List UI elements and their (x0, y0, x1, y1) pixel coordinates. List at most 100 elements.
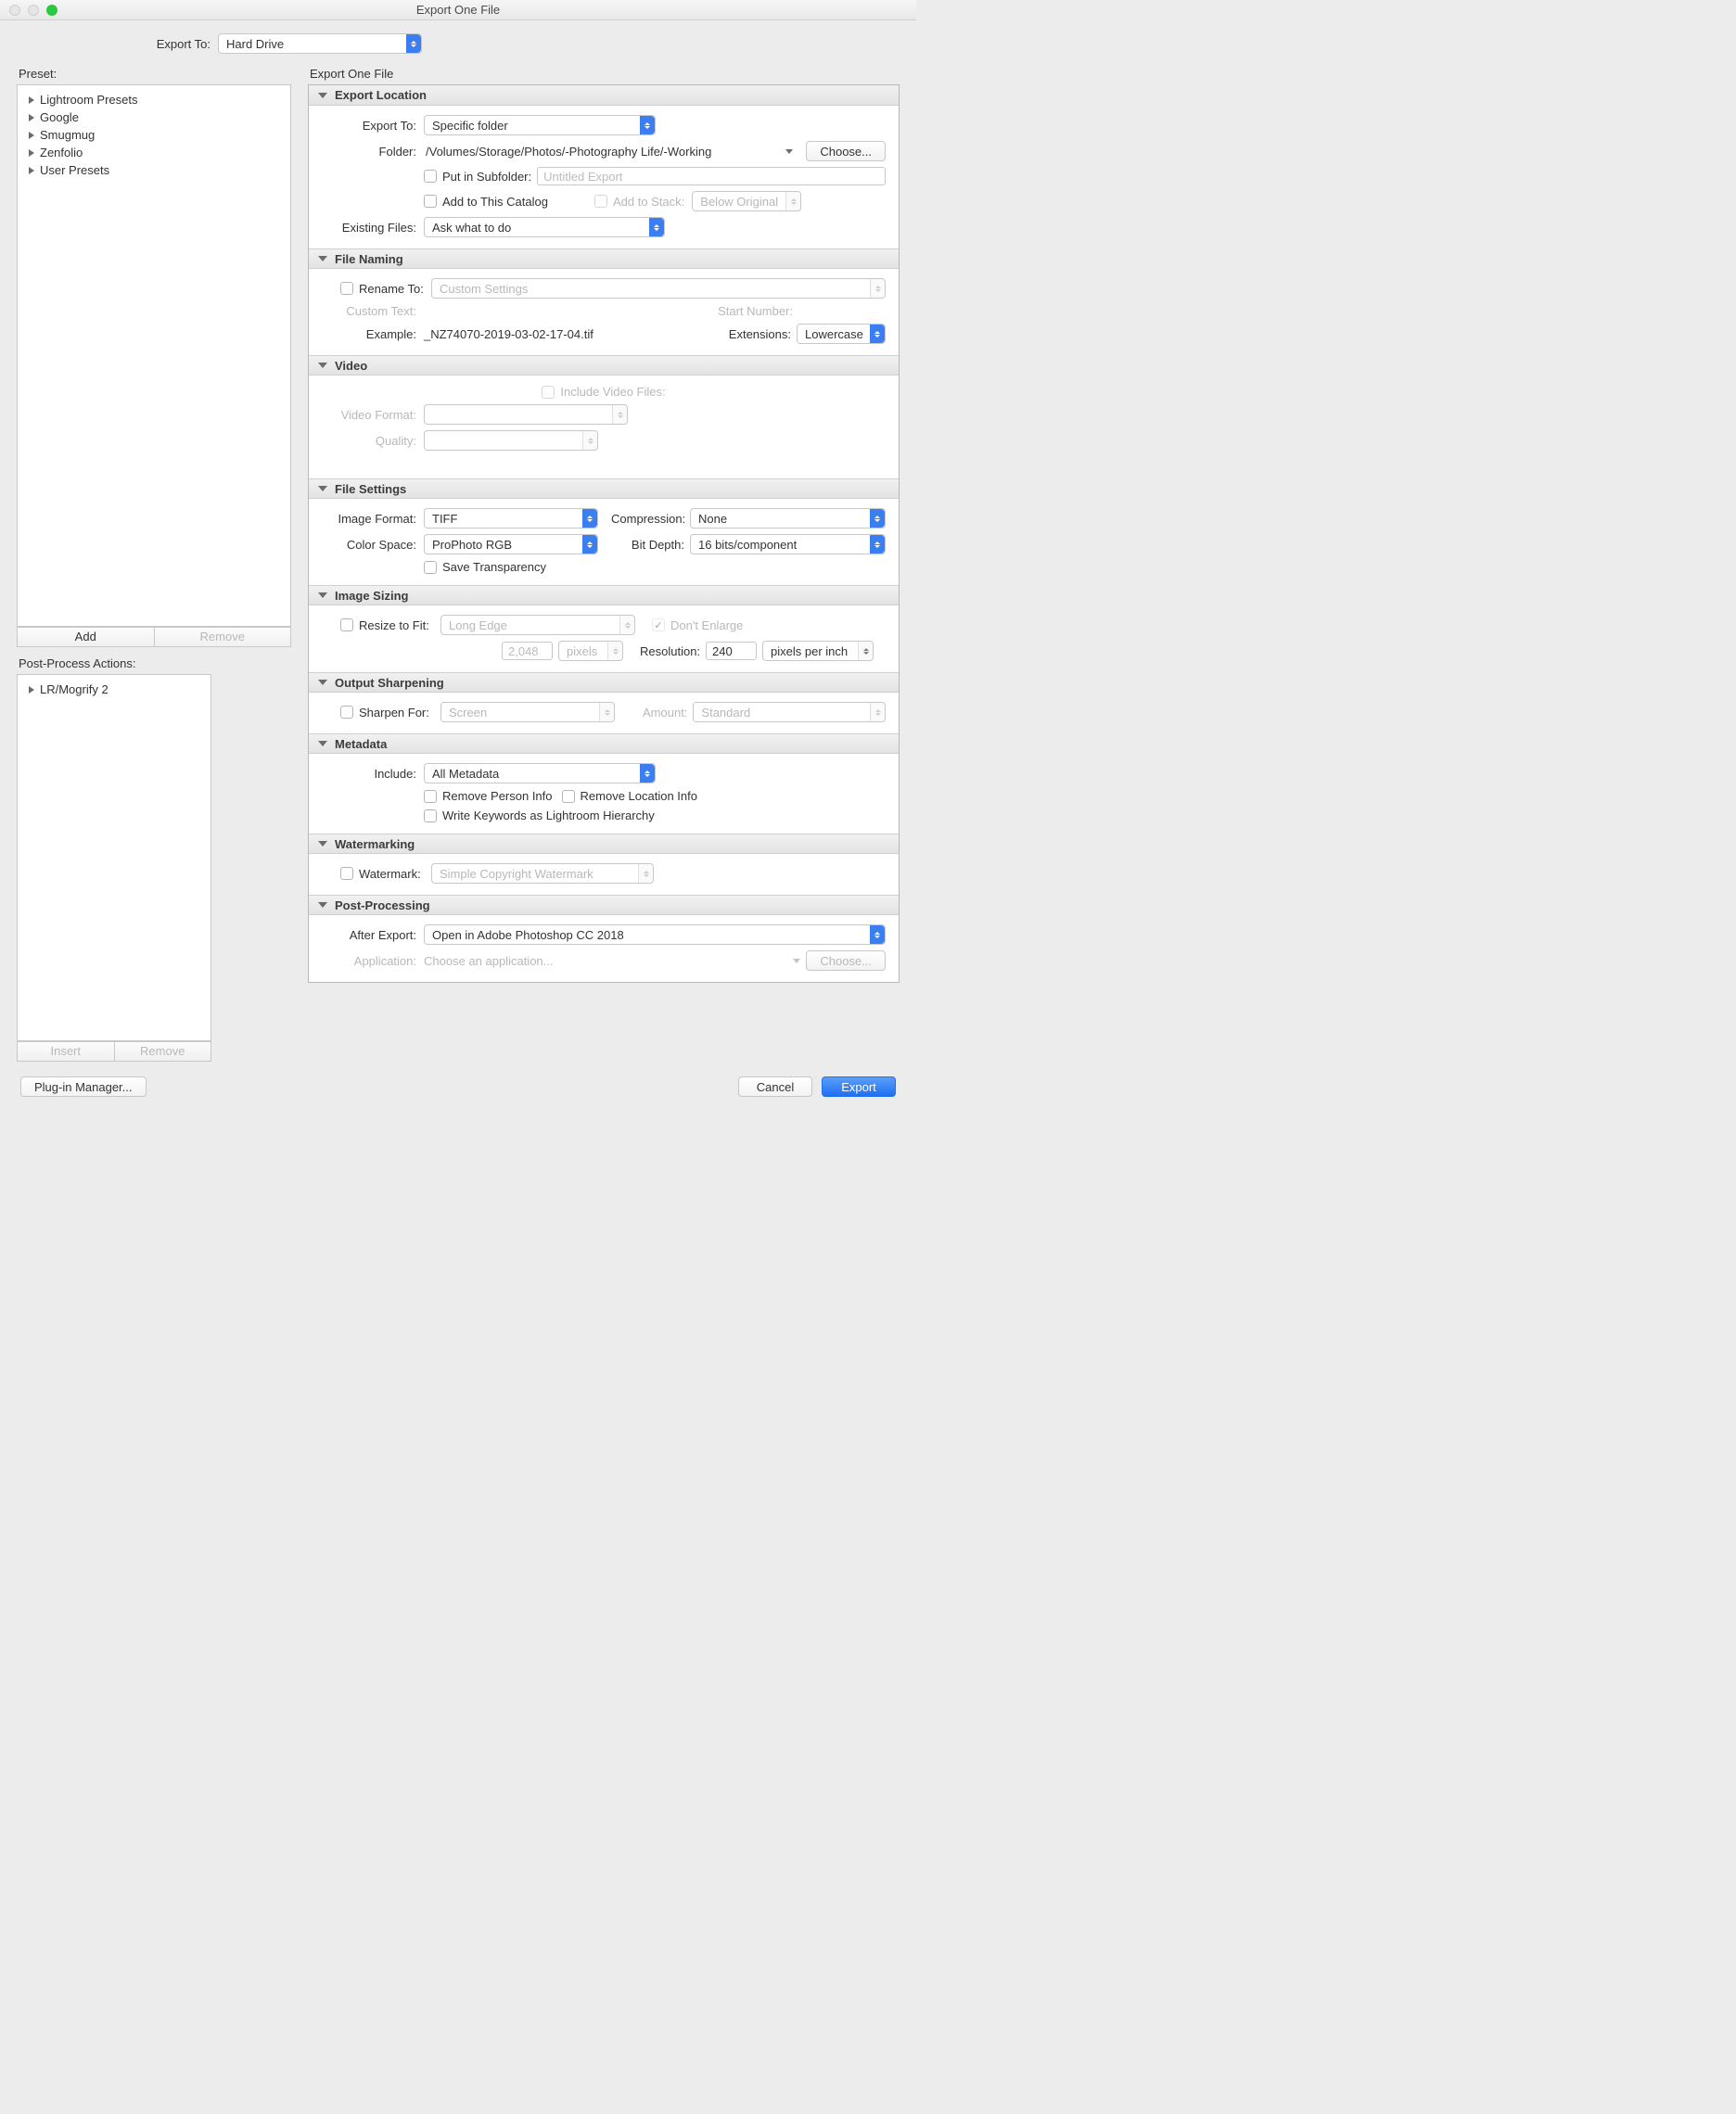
color-space-select[interactable]: ProPhoto RGB (424, 534, 598, 554)
sharpen-for-checkbox[interactable] (340, 706, 353, 719)
ppa-listbox[interactable]: LR/Mogrify 2 (17, 674, 211, 1041)
dont-enlarge-checkbox (652, 618, 665, 631)
select-stepper-icon (619, 616, 634, 634)
size-value-input: 2,048 (502, 642, 553, 660)
add-to-catalog-label: Add to This Catalog (442, 195, 548, 209)
write-keywords-checkbox[interactable] (424, 809, 437, 822)
remove-ppa-button[interactable]: Remove (114, 1041, 212, 1062)
cancel-button[interactable]: Cancel (738, 1076, 812, 1097)
choose-folder-button[interactable]: Choose... (806, 141, 886, 161)
select-stepper-icon (582, 431, 597, 450)
subfolder-input[interactable]: Untitled Export (537, 167, 886, 185)
after-export-select[interactable]: Open in Adobe Photoshop CC 2018 (424, 924, 886, 945)
preset-item[interactable]: Google (25, 108, 283, 126)
application-placeholder: Choose an application... (424, 954, 787, 968)
put-in-subfolder-checkbox[interactable] (424, 170, 437, 183)
application-label: Application: (322, 954, 424, 968)
sharpen-for-select: Screen (440, 702, 615, 722)
start-number-label: Start Number: (718, 304, 793, 318)
export-to-select[interactable]: Hard Drive (218, 33, 422, 54)
color-space-label: Color Space: (322, 538, 424, 552)
chevron-down-icon (318, 363, 327, 368)
video-format-select (424, 404, 628, 425)
section-export-location[interactable]: Export Location (309, 85, 899, 106)
section-file-settings[interactable]: File Settings (309, 478, 899, 499)
resolution-input[interactable]: 240 (706, 642, 757, 660)
section-metadata[interactable]: Metadata (309, 733, 899, 754)
amount-label: Amount: (643, 706, 687, 720)
preset-item[interactable]: User Presets (25, 161, 283, 179)
resize-to-fit-checkbox[interactable] (340, 618, 353, 631)
select-stepper-icon (870, 703, 885, 721)
select-value: Screen (449, 706, 487, 720)
section-image-sizing[interactable]: Image Sizing (309, 585, 899, 605)
chevron-right-icon (29, 96, 34, 104)
plugin-manager-button[interactable]: Plug-in Manager... (20, 1076, 147, 1097)
select-stepper-icon (870, 509, 885, 528)
select-stepper-icon (612, 405, 627, 424)
amount-select: Standard (693, 702, 886, 722)
select-value: Specific folder (432, 119, 508, 133)
select-value: Below Original (700, 195, 778, 209)
preset-listbox[interactable]: Lightroom PresetsGoogleSmugmugZenfolio Us… (17, 84, 291, 627)
section-post-processing[interactable]: Post-Processing (309, 895, 899, 915)
dont-enlarge-label: Don't Enlarge (670, 618, 743, 632)
after-export-label: After Export: (322, 928, 424, 942)
export-button[interactable]: Export (822, 1076, 896, 1097)
watermark-checkbox[interactable] (340, 867, 353, 880)
bit-depth-label: Bit Depth: (611, 538, 690, 552)
export-to-folder-select[interactable]: Specific folder (424, 115, 656, 135)
put-in-subfolder-label: Put in Subfolder: (442, 170, 531, 184)
metadata-include-label: Include: (322, 767, 424, 781)
preset-item[interactable]: Zenfolio (25, 144, 283, 161)
preset-item[interactable]: Smugmug (25, 126, 283, 144)
ppa-item[interactable]: LR/Mogrify 2 (25, 681, 203, 698)
chevron-right-icon (29, 686, 34, 694)
section-output-sharpening[interactable]: Output Sharpening (309, 672, 899, 693)
select-stepper-icon (870, 535, 885, 554)
video-format-label: Video Format: (322, 408, 424, 422)
section-watermarking[interactable]: Watermarking (309, 834, 899, 854)
insert-ppa-button[interactable]: Insert (17, 1041, 114, 1062)
folder-dropdown-icon[interactable] (785, 149, 793, 154)
select-value: Open in Adobe Photoshop CC 2018 (432, 928, 624, 942)
section-title: Export Location (335, 88, 427, 102)
add-to-stack-checkbox (594, 195, 607, 208)
select-value: Custom Settings (440, 282, 528, 296)
compression-select[interactable]: None (690, 508, 886, 528)
add-preset-button[interactable]: Add (17, 627, 154, 647)
ppa-label: Post-Process Actions: (19, 656, 291, 670)
chevron-down-icon (318, 486, 327, 491)
preset-item-label: User Presets (40, 163, 109, 177)
select-stepper-icon (785, 192, 800, 210)
existing-files-select[interactable]: Ask what to do (424, 217, 665, 237)
folder-path: /Volumes/Storage/Photos/-Photography Lif… (424, 145, 772, 159)
remove-preset-button[interactable]: Remove (154, 627, 292, 647)
right-pane-title: Export One File (310, 67, 900, 81)
select-value: TIFF (432, 512, 457, 526)
section-video[interactable]: Video (309, 355, 899, 376)
resize-mode-select: Long Edge (440, 615, 635, 635)
image-format-select[interactable]: TIFF (424, 508, 598, 528)
video-quality-label: Quality: (322, 434, 424, 448)
bit-depth-select[interactable]: 16 bits/component (690, 534, 886, 554)
save-transparency-label: Save Transparency (442, 560, 546, 574)
export-to-label: Export To: (0, 37, 218, 51)
size-unit-select: pixels (558, 641, 623, 661)
extensions-select[interactable]: Lowercase (797, 324, 886, 344)
resolution-unit-select[interactable]: pixels per inch (762, 641, 874, 661)
preset-item[interactable]: Lightroom Presets (25, 91, 283, 108)
add-to-catalog-checkbox[interactable] (424, 195, 437, 208)
window-title: Export One File (0, 3, 916, 17)
section-title: Video (335, 359, 367, 373)
save-transparency-checkbox[interactable] (424, 561, 437, 574)
remove-location-checkbox[interactable] (562, 790, 575, 803)
video-quality-select (424, 430, 598, 451)
section-title: Output Sharpening (335, 676, 444, 690)
rename-to-label: Rename To: (359, 282, 431, 296)
folder-label: Folder: (322, 145, 424, 159)
metadata-include-select[interactable]: All Metadata (424, 763, 656, 783)
remove-person-checkbox[interactable] (424, 790, 437, 803)
section-file-naming[interactable]: File Naming (309, 248, 899, 269)
rename-to-checkbox[interactable] (340, 282, 353, 295)
